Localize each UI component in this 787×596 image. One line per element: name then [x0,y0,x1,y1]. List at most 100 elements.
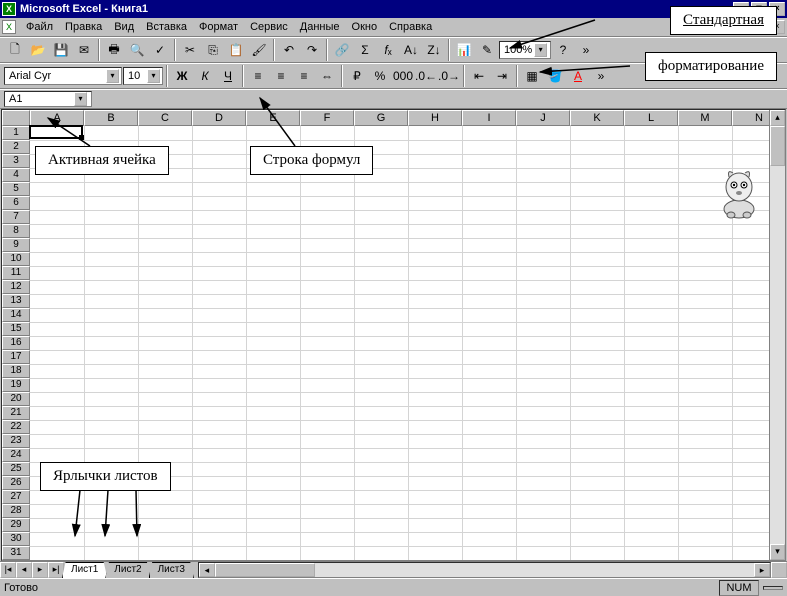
row-head-14[interactable]: 14 [2,308,30,322]
font-color-icon[interactable]: A [567,65,589,87]
more-icon[interactable]: » [590,65,612,87]
tab-next-icon[interactable]: ▸ [32,562,48,578]
row-head-6[interactable]: 6 [2,196,30,210]
tab-last-icon[interactable]: ▸| [48,562,64,578]
col-head-I[interactable]: I [462,110,516,126]
select-all-corner[interactable] [2,110,30,126]
save-icon[interactable]: 💾 [50,39,72,61]
horizontal-scrollbar[interactable]: ◂ ▸ [198,562,771,578]
dropdown-icon[interactable]: ▾ [106,69,119,83]
scroll-thumb[interactable] [215,563,315,577]
row-head-3[interactable]: 3 [2,154,30,168]
row-head-9[interactable]: 9 [2,238,30,252]
decrease-indent-icon[interactable]: ⇤ [468,65,490,87]
more-icon[interactable]: » [575,39,597,61]
decrease-decimal-icon[interactable]: .0→ [438,65,460,87]
row-head-15[interactable]: 15 [2,322,30,336]
currency-icon[interactable]: ₽ [346,65,368,87]
increase-decimal-icon[interactable]: .0← [415,65,437,87]
percent-icon[interactable]: % [369,65,391,87]
dropdown-icon[interactable]: ▾ [74,92,87,106]
menu-edit[interactable]: Правка [59,19,108,35]
sheet-tab-2[interactable]: Лист2 [105,562,150,578]
undo-icon[interactable]: ↶ [278,39,300,61]
comma-icon[interactable]: 000 [392,65,414,87]
drawing-icon[interactable]: ✎ [476,39,498,61]
autosum-icon[interactable]: Σ [354,39,376,61]
row-head-5[interactable]: 5 [2,182,30,196]
align-right-icon[interactable]: ≡ [293,65,315,87]
menu-format[interactable]: Формат [193,19,244,35]
hyperlink-icon[interactable]: 🔗 [331,39,353,61]
help-icon[interactable]: ? [552,39,574,61]
row-head-30[interactable]: 30 [2,532,30,546]
row-head-28[interactable]: 28 [2,504,30,518]
redo-icon[interactable]: ↷ [301,39,323,61]
col-head-F[interactable]: F [300,110,354,126]
col-head-D[interactable]: D [192,110,246,126]
row-head-18[interactable]: 18 [2,364,30,378]
sheet-tab-3[interactable]: Лист3 [149,562,194,578]
row-head-25[interactable]: 25 [2,462,30,476]
increase-indent-icon[interactable]: ⇥ [491,65,513,87]
vertical-scrollbar[interactable]: ▴ ▾ [769,110,785,560]
underline-icon[interactable]: Ч [217,65,239,87]
row-head-16[interactable]: 16 [2,336,30,350]
row-head-13[interactable]: 13 [2,294,30,308]
row-head-20[interactable]: 20 [2,392,30,406]
dropdown-icon[interactable]: ▾ [534,43,547,57]
copy-icon[interactable]: ⎘ [202,39,224,61]
row-head-23[interactable]: 23 [2,434,30,448]
active-cell[interactable] [29,125,83,139]
dropdown-icon[interactable]: ▾ [147,69,160,83]
fill-color-icon[interactable]: 🪣 [544,65,566,87]
row-head-31[interactable]: 31 [2,546,30,560]
format-painter-icon[interactable]: 🖌 [248,39,270,61]
row-head-11[interactable]: 11 [2,266,30,280]
office-assistant-icon[interactable] [715,165,763,220]
sort-asc-icon[interactable]: A↓ [400,39,422,61]
scroll-track[interactable] [315,563,754,577]
row-head-17[interactable]: 17 [2,350,30,364]
workbook-icon[interactable]: X [2,20,16,34]
paste-icon[interactable]: 📋 [225,39,247,61]
row-head-19[interactable]: 19 [2,378,30,392]
col-head-A[interactable]: A [30,110,84,126]
row-head-21[interactable]: 21 [2,406,30,420]
cut-icon[interactable]: ✂ [179,39,201,61]
row-head-4[interactable]: 4 [2,168,30,182]
scroll-down-icon[interactable]: ▾ [770,544,785,560]
zoom-combo[interactable]: 100% ▾ [499,41,551,59]
row-head-1[interactable]: 1 [2,126,30,140]
row-head-24[interactable]: 24 [2,448,30,462]
bold-icon[interactable]: Ж [171,65,193,87]
row-head-2[interactable]: 2 [2,140,30,154]
cells-area[interactable] [30,126,785,560]
col-head-C[interactable]: C [138,110,192,126]
col-head-H[interactable]: H [408,110,462,126]
scroll-left-icon[interactable]: ◂ [199,563,215,577]
row-head-22[interactable]: 22 [2,420,30,434]
scroll-thumb[interactable] [770,126,785,166]
row-head-12[interactable]: 12 [2,280,30,294]
menu-tools[interactable]: Сервис [244,19,294,35]
preview-icon[interactable]: 🔍 [126,39,148,61]
scroll-right-icon[interactable]: ▸ [754,563,770,577]
row-head-26[interactable]: 26 [2,476,30,490]
sort-desc-icon[interactable]: Z↓ [423,39,445,61]
col-head-K[interactable]: K [570,110,624,126]
col-head-B[interactable]: B [84,110,138,126]
merge-icon[interactable]: ⇔ [316,65,338,87]
menu-data[interactable]: Данные [294,19,346,35]
row-head-27[interactable]: 27 [2,490,30,504]
chart-icon[interactable]: 📊 [453,39,475,61]
sheet-tab-1[interactable]: Лист1 [62,562,107,578]
menu-window[interactable]: Окно [346,19,384,35]
col-head-J[interactable]: J [516,110,570,126]
row-head-8[interactable]: 8 [2,224,30,238]
row-head-7[interactable]: 7 [2,210,30,224]
menu-help[interactable]: Справка [383,19,438,35]
align-left-icon[interactable]: ≡ [247,65,269,87]
new-icon[interactable]: 🗋 [4,39,26,61]
name-box[interactable]: A1 ▾ [4,91,92,107]
